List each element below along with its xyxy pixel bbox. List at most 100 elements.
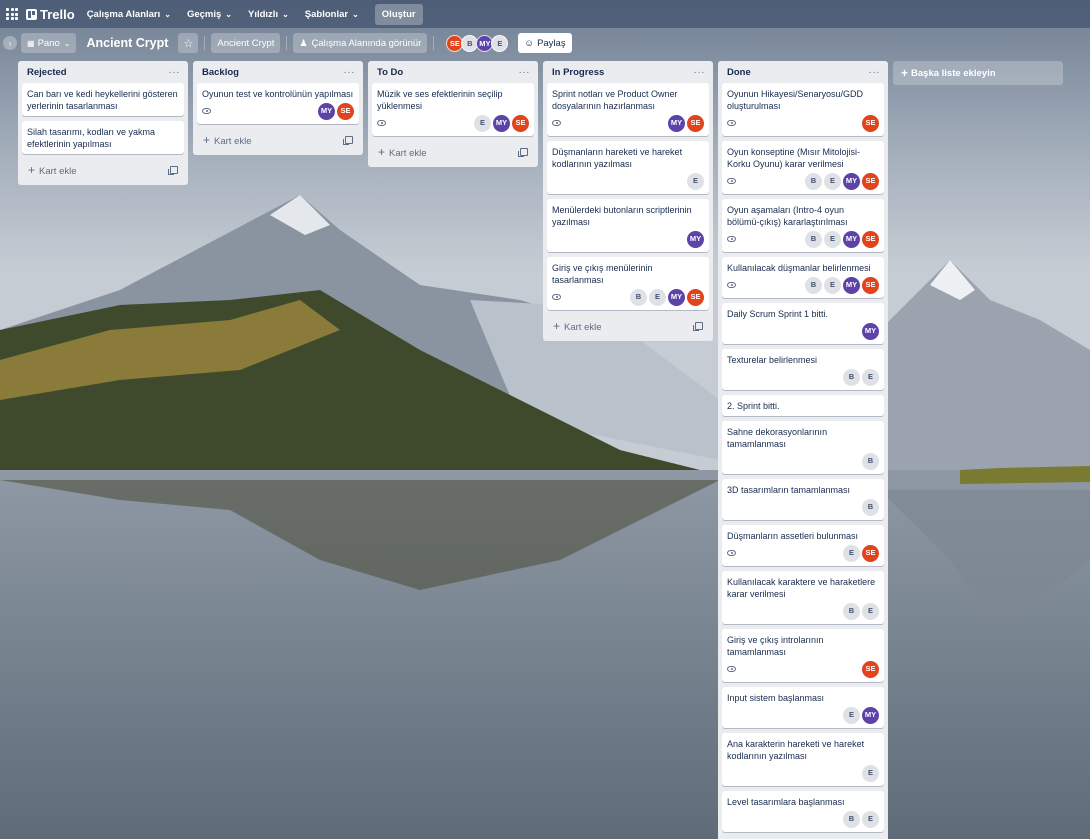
add-card-button[interactable]: +Kart ekle <box>197 129 359 151</box>
card-template-icon[interactable] <box>168 166 178 175</box>
list-menu-icon[interactable]: ··· <box>519 67 531 78</box>
avatar[interactable]: E <box>824 172 841 190</box>
list-menu-icon[interactable]: ··· <box>169 67 181 78</box>
card[interactable]: Giriş ve çıkış introlarının tamamlanması… <box>722 629 884 682</box>
avatar[interactable]: MY <box>687 230 704 248</box>
card[interactable]: Ana karakterin hareketi ve hareket kodla… <box>722 733 884 786</box>
card[interactable]: Silah tasarımı, kodları ve yakma efektle… <box>22 121 184 154</box>
avatar[interactable]: MY <box>493 114 510 132</box>
avatar[interactable]: SE <box>512 114 529 132</box>
list-title[interactable]: In Progress <box>552 67 604 78</box>
avatar[interactable]: SE <box>862 230 879 248</box>
avatar[interactable]: SE <box>687 288 704 306</box>
avatar[interactable]: E <box>687 172 704 190</box>
add-card-button[interactable]: +Kart ekle <box>22 159 184 181</box>
nav-recent[interactable]: Geçmiş ⌄ <box>187 9 232 20</box>
list-menu-icon[interactable]: ··· <box>694 67 706 78</box>
avatar[interactable]: SE <box>337 102 354 120</box>
board-view-switcher[interactable]: ▦ Pano ⌄ <box>21 33 77 53</box>
share-button[interactable]: ☺ Paylaş <box>518 33 572 53</box>
card[interactable]: Texturelar belirlenmesi B E <box>722 349 884 390</box>
card[interactable]: 3D tasarımların tamamlanması B <box>722 479 884 520</box>
avatar[interactable]: SE <box>862 276 879 294</box>
avatar[interactable]: MY <box>862 322 879 340</box>
nav-starred[interactable]: Yıldızlı ⌄ <box>248 9 289 20</box>
visibility-button[interactable]: ♟ Çalışma Alanında görünür <box>293 33 428 53</box>
nav-templates[interactable]: Şablonlar ⌄ <box>305 9 359 20</box>
avatar[interactable]: E <box>824 230 841 248</box>
avatar[interactable]: SE <box>862 172 879 190</box>
card[interactable]: Oyun aşamaları (Intro-4 oyun bölümü-çıkı… <box>722 199 884 252</box>
card[interactable]: Kullanılacak düşmanlar belirlenmesi B E MY S… <box>722 257 884 298</box>
add-list-button[interactable]: + Başka liste ekleyin <box>893 61 1063 85</box>
avatar[interactable]: MY <box>843 230 860 248</box>
list-title[interactable]: Rejected <box>27 67 67 78</box>
add-card-button[interactable]: +Kart ekle <box>372 141 534 163</box>
avatar[interactable]: B <box>630 288 647 306</box>
board-title[interactable]: Ancient Crypt <box>86 36 168 50</box>
card[interactable]: 2. Sprint bitti. <box>722 395 884 416</box>
card[interactable]: Düşmanların hareketi ve hareket kodların… <box>547 141 709 194</box>
list-title[interactable]: Backlog <box>202 67 239 78</box>
avatar[interactable]: B <box>843 602 860 620</box>
avatar[interactable]: MY <box>843 172 860 190</box>
avatar[interactable]: E <box>862 368 879 386</box>
avatar[interactable]: B <box>805 230 822 248</box>
create-button[interactable]: Oluştur <box>374 3 423 25</box>
list-title[interactable]: Done <box>727 67 751 78</box>
avatar[interactable]: B <box>862 498 879 516</box>
avatar[interactable]: MY <box>668 114 685 132</box>
plus-icon: + <box>378 145 386 159</box>
card[interactable]: Sprint notları ve Product Owner dosyalar… <box>547 83 709 136</box>
avatar[interactable]: E <box>824 276 841 294</box>
card-template-icon[interactable] <box>518 148 528 157</box>
avatar[interactable]: E <box>862 602 879 620</box>
workspace-button[interactable]: Ancient Crypt <box>211 33 281 53</box>
list-menu-icon[interactable]: ··· <box>344 67 356 78</box>
avatar[interactable]: SE <box>862 660 879 678</box>
card[interactable]: Oyunun Hikayesi/Senaryosu/GDD oluşturulm… <box>722 83 884 136</box>
card-badges: B E MY SE <box>552 288 704 306</box>
avatar[interactable]: B <box>805 172 822 190</box>
card[interactable]: Daily Scrum Sprint 1 bitti. MY <box>722 303 884 344</box>
avatar[interactable]: E <box>649 288 666 306</box>
avatar[interactable]: MY <box>318 102 335 120</box>
avatar[interactable]: SE <box>862 114 879 132</box>
avatar[interactable]: E <box>491 34 509 52</box>
avatar[interactable]: E <box>862 764 879 782</box>
avatar[interactable]: SE <box>687 114 704 132</box>
avatar[interactable]: MY <box>668 288 685 306</box>
card-template-icon[interactable] <box>343 136 353 145</box>
card[interactable]: Menülerdeki butonların scriptlerinin yaz… <box>547 199 709 252</box>
avatar[interactable]: B <box>843 810 860 828</box>
card[interactable]: Input sistem başlanması E MY <box>722 687 884 728</box>
card[interactable]: Düşmanların assetleri bulunması E SE <box>722 525 884 566</box>
card-template-icon[interactable] <box>693 322 703 331</box>
avatar[interactable]: E <box>843 706 860 724</box>
card[interactable]: Giriş ve çıkış menülerinin tasarlanması B… <box>547 257 709 310</box>
list-title[interactable]: To Do <box>377 67 403 78</box>
avatar[interactable]: E <box>474 114 491 132</box>
card[interactable]: Kullanılacak karaktere ve haraketlere ka… <box>722 571 884 624</box>
avatar[interactable]: MY <box>843 276 860 294</box>
card[interactable]: Oyun konseptine (Mısır Mitolojisi-Korku … <box>722 141 884 194</box>
card[interactable]: Oyunun test ve kontrolünün yapılması MY SE <box>197 83 359 124</box>
avatar[interactable]: E <box>862 810 879 828</box>
avatar[interactable]: MY <box>862 706 879 724</box>
avatar[interactable]: B <box>843 368 860 386</box>
avatar[interactable]: B <box>862 452 879 470</box>
avatar[interactable]: E <box>843 544 860 562</box>
avatar[interactable]: B <box>805 276 822 294</box>
card[interactable]: Müzik ve ses efektlerinin seçilip yüklen… <box>372 83 534 136</box>
card[interactable]: Sahne dekorasyonlarının tamamlanması B <box>722 421 884 474</box>
sidebar-expand-icon[interactable]: › <box>3 36 17 50</box>
trello-logo[interactable]: Trello <box>26 7 75 22</box>
card[interactable]: Can barı ve kedi heykellerini gösteren y… <box>22 83 184 116</box>
add-card-button[interactable]: +Kart ekle <box>547 315 709 337</box>
apps-grid-icon[interactable] <box>6 7 20 21</box>
card[interactable]: Level tasarımlara başlanması B E <box>722 791 884 832</box>
star-board-icon[interactable]: ☆ <box>178 33 199 53</box>
list-menu-icon[interactable]: ··· <box>869 67 881 78</box>
nav-workspaces[interactable]: Çalışma Alanları ⌄ <box>87 9 171 20</box>
avatar[interactable]: SE <box>862 544 879 562</box>
